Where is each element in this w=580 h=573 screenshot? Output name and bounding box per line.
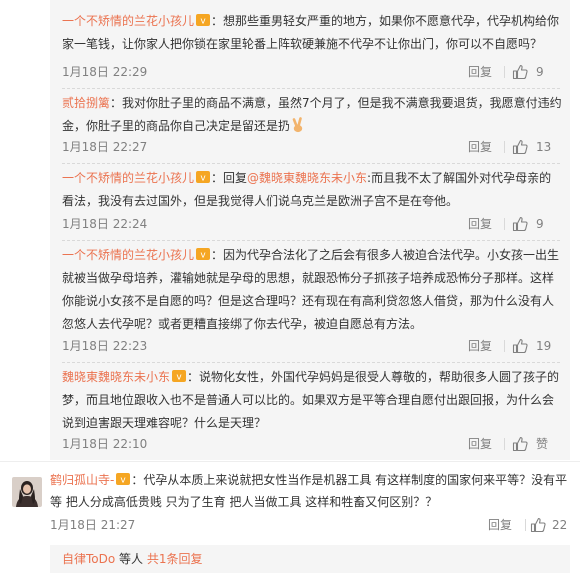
section-divider xyxy=(0,461,580,462)
reply-content: 一个不矫情的兰花小孩儿 v ：回复@魏晓東魏晓东未小东:而且我不太了解国外对代孕母亲… xyxy=(62,167,562,213)
reply-button[interactable]: 回复 xyxy=(468,434,492,454)
reply-footer: 1月18日 22:27 回复 13 xyxy=(62,137,560,157)
reply-divider xyxy=(62,163,560,164)
comment-author-name[interactable]: 鹤归孤山寺- xyxy=(50,473,114,487)
sub-replies-text: 等人 xyxy=(115,552,147,566)
reply-content: 一个不矫情的兰花小孩儿 v ：想那些重男轻女严重的地方，如果你不愿意代孕，代孕机构给… xyxy=(62,10,562,56)
sub-reply-user-link[interactable]: 自律ToDo xyxy=(62,552,115,566)
reply-button[interactable]: 回复 xyxy=(468,62,492,82)
like-button[interactable]: 9 xyxy=(512,214,560,234)
like-count: 9 xyxy=(536,217,544,231)
vip-badge-icon: v xyxy=(172,370,187,383)
divider xyxy=(504,141,505,153)
reply-item: 一个不矫情的兰花小孩儿 v ：想那些重男轻女严重的地方，如果你不愿意代孕，代孕机构给… xyxy=(62,10,562,56)
user-avatar-icon xyxy=(12,477,42,507)
like-button[interactable]: 19 xyxy=(512,336,560,356)
thumbs-up-icon xyxy=(512,216,528,232)
reply-button[interactable]: 回复 xyxy=(488,515,512,535)
reply-timestamp: 1月18日 22:27 xyxy=(62,140,148,154)
sub-replies-bar: 自律ToDo 等人 共1条回复 xyxy=(50,545,570,573)
mention-link[interactable]: @魏晓東魏晓东未小东 xyxy=(247,171,367,185)
reply-content: 一个不矫情的兰花小孩儿 v ：因为代孕合法化了之后会有很多人被迫合法代孕。小女孩一出… xyxy=(62,244,562,336)
like-button[interactable]: 22 xyxy=(530,515,570,535)
reply-button[interactable]: 回复 xyxy=(468,214,492,234)
reply-divider xyxy=(62,362,560,363)
reply-timestamp: 1月18日 22:23 xyxy=(62,339,148,353)
thumbs-up-icon xyxy=(512,338,528,354)
thumbs-up-icon xyxy=(512,64,528,80)
like-button[interactable]: 9 xyxy=(512,62,560,82)
reply-divider xyxy=(62,240,560,241)
reply-footer: 1月18日 22:29 回复 9 xyxy=(62,62,560,82)
reply-item: 一个不矫情的兰花小孩儿 v ：因为代孕合法化了之后会有很多人被迫合法代孕。小女孩一出… xyxy=(62,244,562,336)
like-count: 赞 xyxy=(536,437,549,451)
reply-item: 一个不矫情的兰花小孩儿 v ：回复@魏晓東魏晓东未小东:而且我不太了解国外对代孕母亲… xyxy=(62,167,562,213)
like-count: 19 xyxy=(536,339,552,353)
svg-text:v: v xyxy=(121,476,127,486)
reply-text: ：我对你肚子里的商品不满意，虽然7个月了，但是我不满意我要退货，我愿意付违约金，… xyxy=(62,96,562,133)
reply-footer: 1月18日 22:10 回复 赞 xyxy=(62,434,560,454)
reply-author-name[interactable]: 魏晓東魏晓东未小东 xyxy=(62,370,170,384)
divider xyxy=(504,340,505,352)
reply-prefix: ：回复 xyxy=(211,171,248,185)
reply-author-name[interactable]: 一个不矫情的兰花小孩儿 xyxy=(62,171,194,185)
vip-badge-icon: v xyxy=(196,248,211,261)
divider xyxy=(504,66,505,78)
thumbs-up-icon xyxy=(512,139,528,155)
view-all-replies-link[interactable]: 共1条回复 xyxy=(147,552,203,566)
reply-author-name[interactable]: 一个不矫情的兰花小孩儿 xyxy=(62,14,194,28)
reply-content: 魏晓東魏晓东未小东 v ：说物化女性，外国代孕妈妈是很受人尊敬的，帮助很多人圆了孩子… xyxy=(62,366,562,435)
reply-author-name[interactable]: 贰拾捌篱 xyxy=(62,96,110,110)
main-comment: 鹤归孤山寺-v ：代孕从本质上来说就把女性当作是机器工具 有这样制度的国家何来平等… xyxy=(50,469,570,513)
reply-item: 魏晓東魏晓东未小东 v ：说物化女性，外国代孕妈妈是很受人尊敬的，帮助很多人圆了孩子… xyxy=(62,366,562,435)
reply-timestamp: 1月18日 22:24 xyxy=(62,217,148,231)
like-count: 13 xyxy=(536,140,552,154)
like-count: 9 xyxy=(536,65,544,79)
reply-item: 贰拾捌篱：我对你肚子里的商品不满意，虽然7个月了，但是我不满意我要退货，我愿意付… xyxy=(62,92,562,138)
reply-content: 贰拾捌篱：我对你肚子里的商品不满意，虽然7个月了，但是我不满意我要退货，我愿意付… xyxy=(62,92,562,138)
svg-text:v: v xyxy=(200,251,206,261)
reply-timestamp: 1月18日 22:10 xyxy=(62,437,148,451)
like-button[interactable]: 赞 xyxy=(512,434,560,454)
reply-divider xyxy=(62,88,560,89)
like-button[interactable]: 13 xyxy=(512,137,560,157)
reply-button[interactable]: 回复 xyxy=(468,336,492,356)
svg-text:v: v xyxy=(176,373,182,383)
reply-footer: 1月18日 22:24 回复 9 xyxy=(62,214,560,234)
thumbs-up-icon xyxy=(530,517,546,533)
comment-timestamp: 1月18日 21:27 xyxy=(50,518,136,532)
reply-timestamp: 1月18日 22:29 xyxy=(62,65,148,79)
vip-badge-icon: v xyxy=(196,14,211,27)
reply-footer: 1月18日 22:23 回复 19 xyxy=(62,336,560,356)
victory-hand-emoji-icon xyxy=(292,117,303,133)
divider xyxy=(525,519,526,531)
vip-badge-icon: v xyxy=(196,171,211,184)
divider xyxy=(504,218,505,230)
svg-text:v: v xyxy=(200,174,206,184)
like-count: 22 xyxy=(552,518,568,532)
divider xyxy=(504,438,505,450)
svg-text:v: v xyxy=(200,17,206,27)
reply-author-name[interactable]: 一个不矫情的兰花小孩儿 xyxy=(62,248,194,262)
vip-badge-icon: v xyxy=(116,473,131,486)
thumbs-up-icon xyxy=(512,436,528,452)
comment-footer: 1月18日 21:27 回复 22 xyxy=(50,515,570,535)
reply-button[interactable]: 回复 xyxy=(468,137,492,157)
avatar[interactable] xyxy=(12,477,42,507)
